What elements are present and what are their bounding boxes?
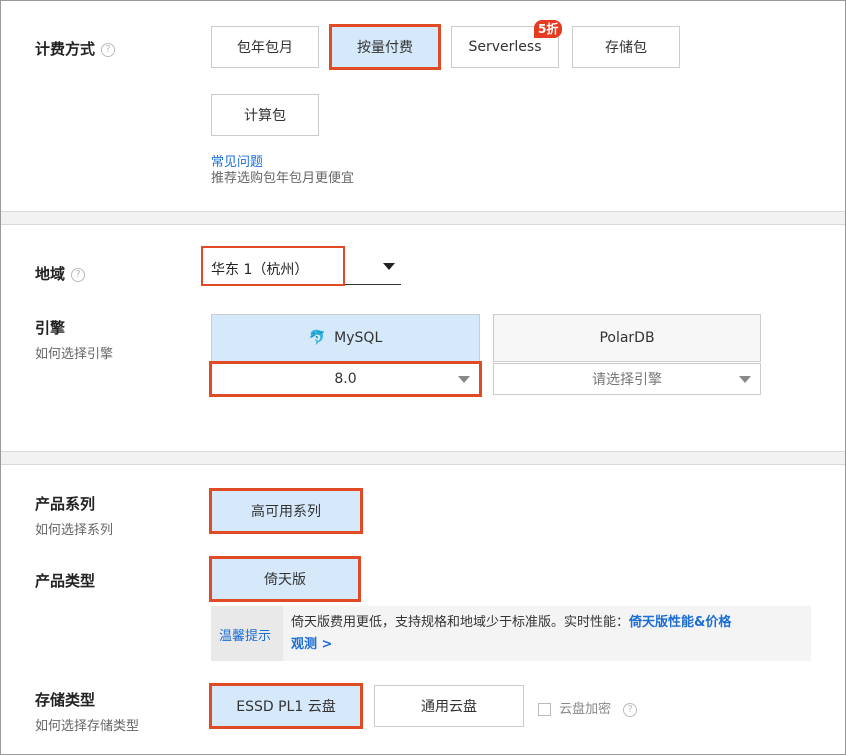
product-type-value: 倚天版 bbox=[264, 572, 306, 588]
product-type-label: 产品类型 bbox=[35, 572, 96, 590]
storage-general-button[interactable]: 通用云盘 bbox=[374, 685, 524, 727]
tip-title: 温馨提示 bbox=[219, 629, 272, 644]
storage-essd-button[interactable]: ESSD PL1 云盘 bbox=[209, 683, 363, 729]
dolphin-icon: 🐬 bbox=[308, 330, 327, 346]
billing-option-label: Serverless bbox=[468, 39, 542, 55]
mysql-version-select[interactable]: 8.0 bbox=[209, 361, 482, 397]
billing-payg-button[interactable]: 按量付费 bbox=[329, 24, 441, 70]
help-icon[interactable]: ? bbox=[623, 702, 638, 717]
billing-option-label: 包年包月 bbox=[237, 40, 293, 56]
disk-encryption-checkbox[interactable] bbox=[538, 703, 551, 716]
disk-encryption-option[interactable]: 云盘加密? bbox=[538, 698, 638, 717]
engine-label: 引擎 bbox=[35, 319, 66, 337]
billing-label: 计费方式? bbox=[35, 38, 116, 59]
region-label: 地域? bbox=[35, 263, 86, 284]
region-label-text: 地域 bbox=[35, 265, 66, 283]
section-divider bbox=[1, 211, 845, 225]
order-form: 计费方式? 包年包月 按量付费 Serverless 5折 存储包 计算包 常见… bbox=[0, 0, 846, 755]
help-icon[interactable]: ? bbox=[71, 267, 86, 282]
discount-badge: 5折 bbox=[534, 20, 563, 38]
storage-label: 存储类型 bbox=[35, 691, 96, 709]
series-high-availability-button[interactable]: 高可用系列 bbox=[209, 488, 363, 534]
help-icon[interactable]: ? bbox=[101, 42, 116, 57]
polardb-engine-select[interactable]: 请选择引擎 bbox=[493, 363, 761, 395]
billing-subscription-button[interactable]: 包年包月 bbox=[211, 26, 319, 68]
storage-help-link[interactable]: 如何选择存储类型 bbox=[35, 715, 139, 734]
chevron-down-icon bbox=[383, 263, 395, 270]
billing-compute-pack-button[interactable]: 计算包 bbox=[211, 94, 319, 136]
billing-option-label: 计算包 bbox=[244, 108, 286, 124]
product-type-yitian-button[interactable]: 倚天版 bbox=[209, 556, 361, 602]
storage-option-label: 通用云盘 bbox=[421, 699, 477, 715]
engine-polardb-button[interactable]: PolarDB bbox=[493, 314, 761, 362]
polardb-placeholder: 请选择引擎 bbox=[592, 372, 662, 388]
mysql-version-value: 8.0 bbox=[334, 371, 357, 387]
tip-box: 温馨提示 倚天版费用更低，支持规格和地域少于标准版。实时性能：倚天版性能&价格 … bbox=[211, 606, 811, 661]
tip-title-cell: 温馨提示 bbox=[211, 606, 283, 661]
billing-option-label: 存储包 bbox=[605, 40, 647, 56]
tip-observe-link[interactable]: 观测 > bbox=[291, 637, 332, 652]
disk-encryption-label: 云盘加密 bbox=[559, 702, 612, 717]
region-select[interactable]: 华东 1（杭州） bbox=[201, 246, 401, 286]
section-divider bbox=[1, 451, 845, 465]
billing-storage-pack-button[interactable]: 存储包 bbox=[572, 26, 680, 68]
series-value: 高可用系列 bbox=[251, 504, 321, 520]
series-help-link[interactable]: 如何选择系列 bbox=[35, 519, 113, 538]
billing-label-text: 计费方式 bbox=[35, 40, 96, 58]
storage-option-label: ESSD PL1 云盘 bbox=[236, 699, 336, 715]
billing-option-label: 按量付费 bbox=[357, 40, 413, 56]
tip-performance-link[interactable]: 倚天版性能&价格 bbox=[629, 615, 731, 630]
billing-hint: 推荐选购包年包月更便宜 bbox=[211, 171, 355, 186]
tip-content: 倚天版费用更低，支持规格和地域少于标准版。实时性能：倚天版性能&价格 观测 > bbox=[291, 612, 806, 656]
engine-help-link[interactable]: 如何选择引擎 bbox=[35, 343, 113, 362]
chevron-down-icon bbox=[739, 376, 751, 383]
engine-mysql-button[interactable]: 🐬 MySQL bbox=[211, 314, 480, 362]
region-value: 华东 1（杭州） bbox=[211, 262, 309, 278]
engine-option-label: MySQL bbox=[334, 330, 383, 346]
series-label: 产品系列 bbox=[35, 495, 96, 513]
chevron-down-icon bbox=[458, 376, 470, 383]
tip-text: 倚天版费用更低，支持规格和地域少于标准版。实时性能： bbox=[291, 615, 630, 630]
engine-option-label: PolarDB bbox=[599, 330, 655, 346]
